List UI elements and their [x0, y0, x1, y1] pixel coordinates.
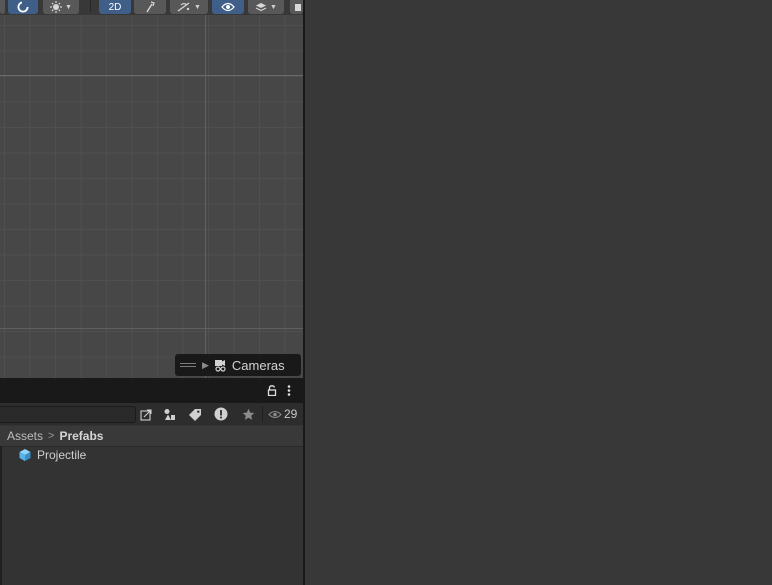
lighting-toggle-button[interactable] [134, 0, 166, 14]
chevron-down-icon: ▼ [270, 3, 277, 11]
effects-icon [177, 2, 190, 12]
breadcrumb-assets[interactable]: Assets [7, 429, 43, 443]
project-search-input[interactable] [0, 406, 136, 423]
grid-axis-vertical [205, 15, 206, 378]
cameras-label: Cameras [231, 357, 285, 373]
camera-icon [214, 359, 226, 372]
sun-gizmo-icon [50, 1, 63, 13]
chevron-down-icon: ▼ [194, 3, 201, 11]
label-filter-button[interactable] [186, 405, 204, 423]
layers-dropdown[interactable]: ▼ [248, 0, 284, 14]
toolbar-separator [262, 406, 263, 422]
panel-split-divider[interactable] [303, 0, 305, 585]
project-panel-header [0, 378, 303, 403]
square-icon [294, 3, 301, 11]
asset-name: Projectile [37, 447, 87, 462]
breadcrumb-separator: > [48, 430, 55, 442]
filter-type-button[interactable] [160, 405, 178, 423]
orbit-icon [17, 1, 30, 13]
effects-dropdown[interactable]: ▼ [170, 0, 208, 14]
prefab-cube-icon [19, 448, 31, 461]
asset-item-projectile[interactable]: Projectile [18, 446, 86, 463]
warning-icon [214, 407, 228, 421]
kebab-menu-icon[interactable] [287, 385, 291, 396]
toolbar-separator [90, 0, 91, 12]
warning-filter-button[interactable] [212, 405, 230, 423]
expand-arrow-icon[interactable]: ▶ [202, 360, 209, 371]
lock-icon[interactable] [267, 385, 277, 396]
layers-icon [255, 3, 267, 12]
chevron-down-icon: ▼ [65, 3, 72, 11]
breadcrumb: Assets > Prefabs [0, 426, 303, 447]
create-icon [139, 408, 152, 421]
gizmos-dropdown[interactable]: ▼ [43, 0, 79, 14]
label-icon [188, 408, 201, 421]
hidden-count: 29 [284, 407, 298, 421]
cameras-overlay[interactable]: ▶ Cameras [175, 354, 301, 376]
2d-toggle-button[interactable]: 2D [99, 0, 131, 14]
hidden-items-counter[interactable]: 29 [268, 405, 297, 423]
scene-view[interactable] [0, 15, 303, 378]
create-button[interactable] [137, 405, 155, 423]
light-icon [146, 1, 155, 13]
scene-toolbar: ▼ 2D ▼ ▼ [0, 0, 303, 15]
visibility-toggle-button[interactable] [212, 0, 244, 14]
grid-line-major [0, 328, 303, 329]
toolbar-prev-button[interactable] [0, 0, 5, 14]
favorite-button[interactable] [239, 405, 257, 423]
grid-axis-horizontal [0, 75, 303, 76]
toolbar-overflow-button[interactable] [290, 0, 303, 14]
breadcrumb-prefabs[interactable]: Prefabs [59, 429, 103, 443]
panel-edge [0, 446, 2, 585]
eye-icon [221, 2, 235, 12]
orbit-toggle-button[interactable] [8, 0, 38, 14]
drag-handle-icon[interactable] [180, 361, 196, 369]
favorite-star-icon [242, 408, 254, 420]
filter-type-icon [164, 408, 175, 420]
eye-icon [268, 410, 282, 418]
